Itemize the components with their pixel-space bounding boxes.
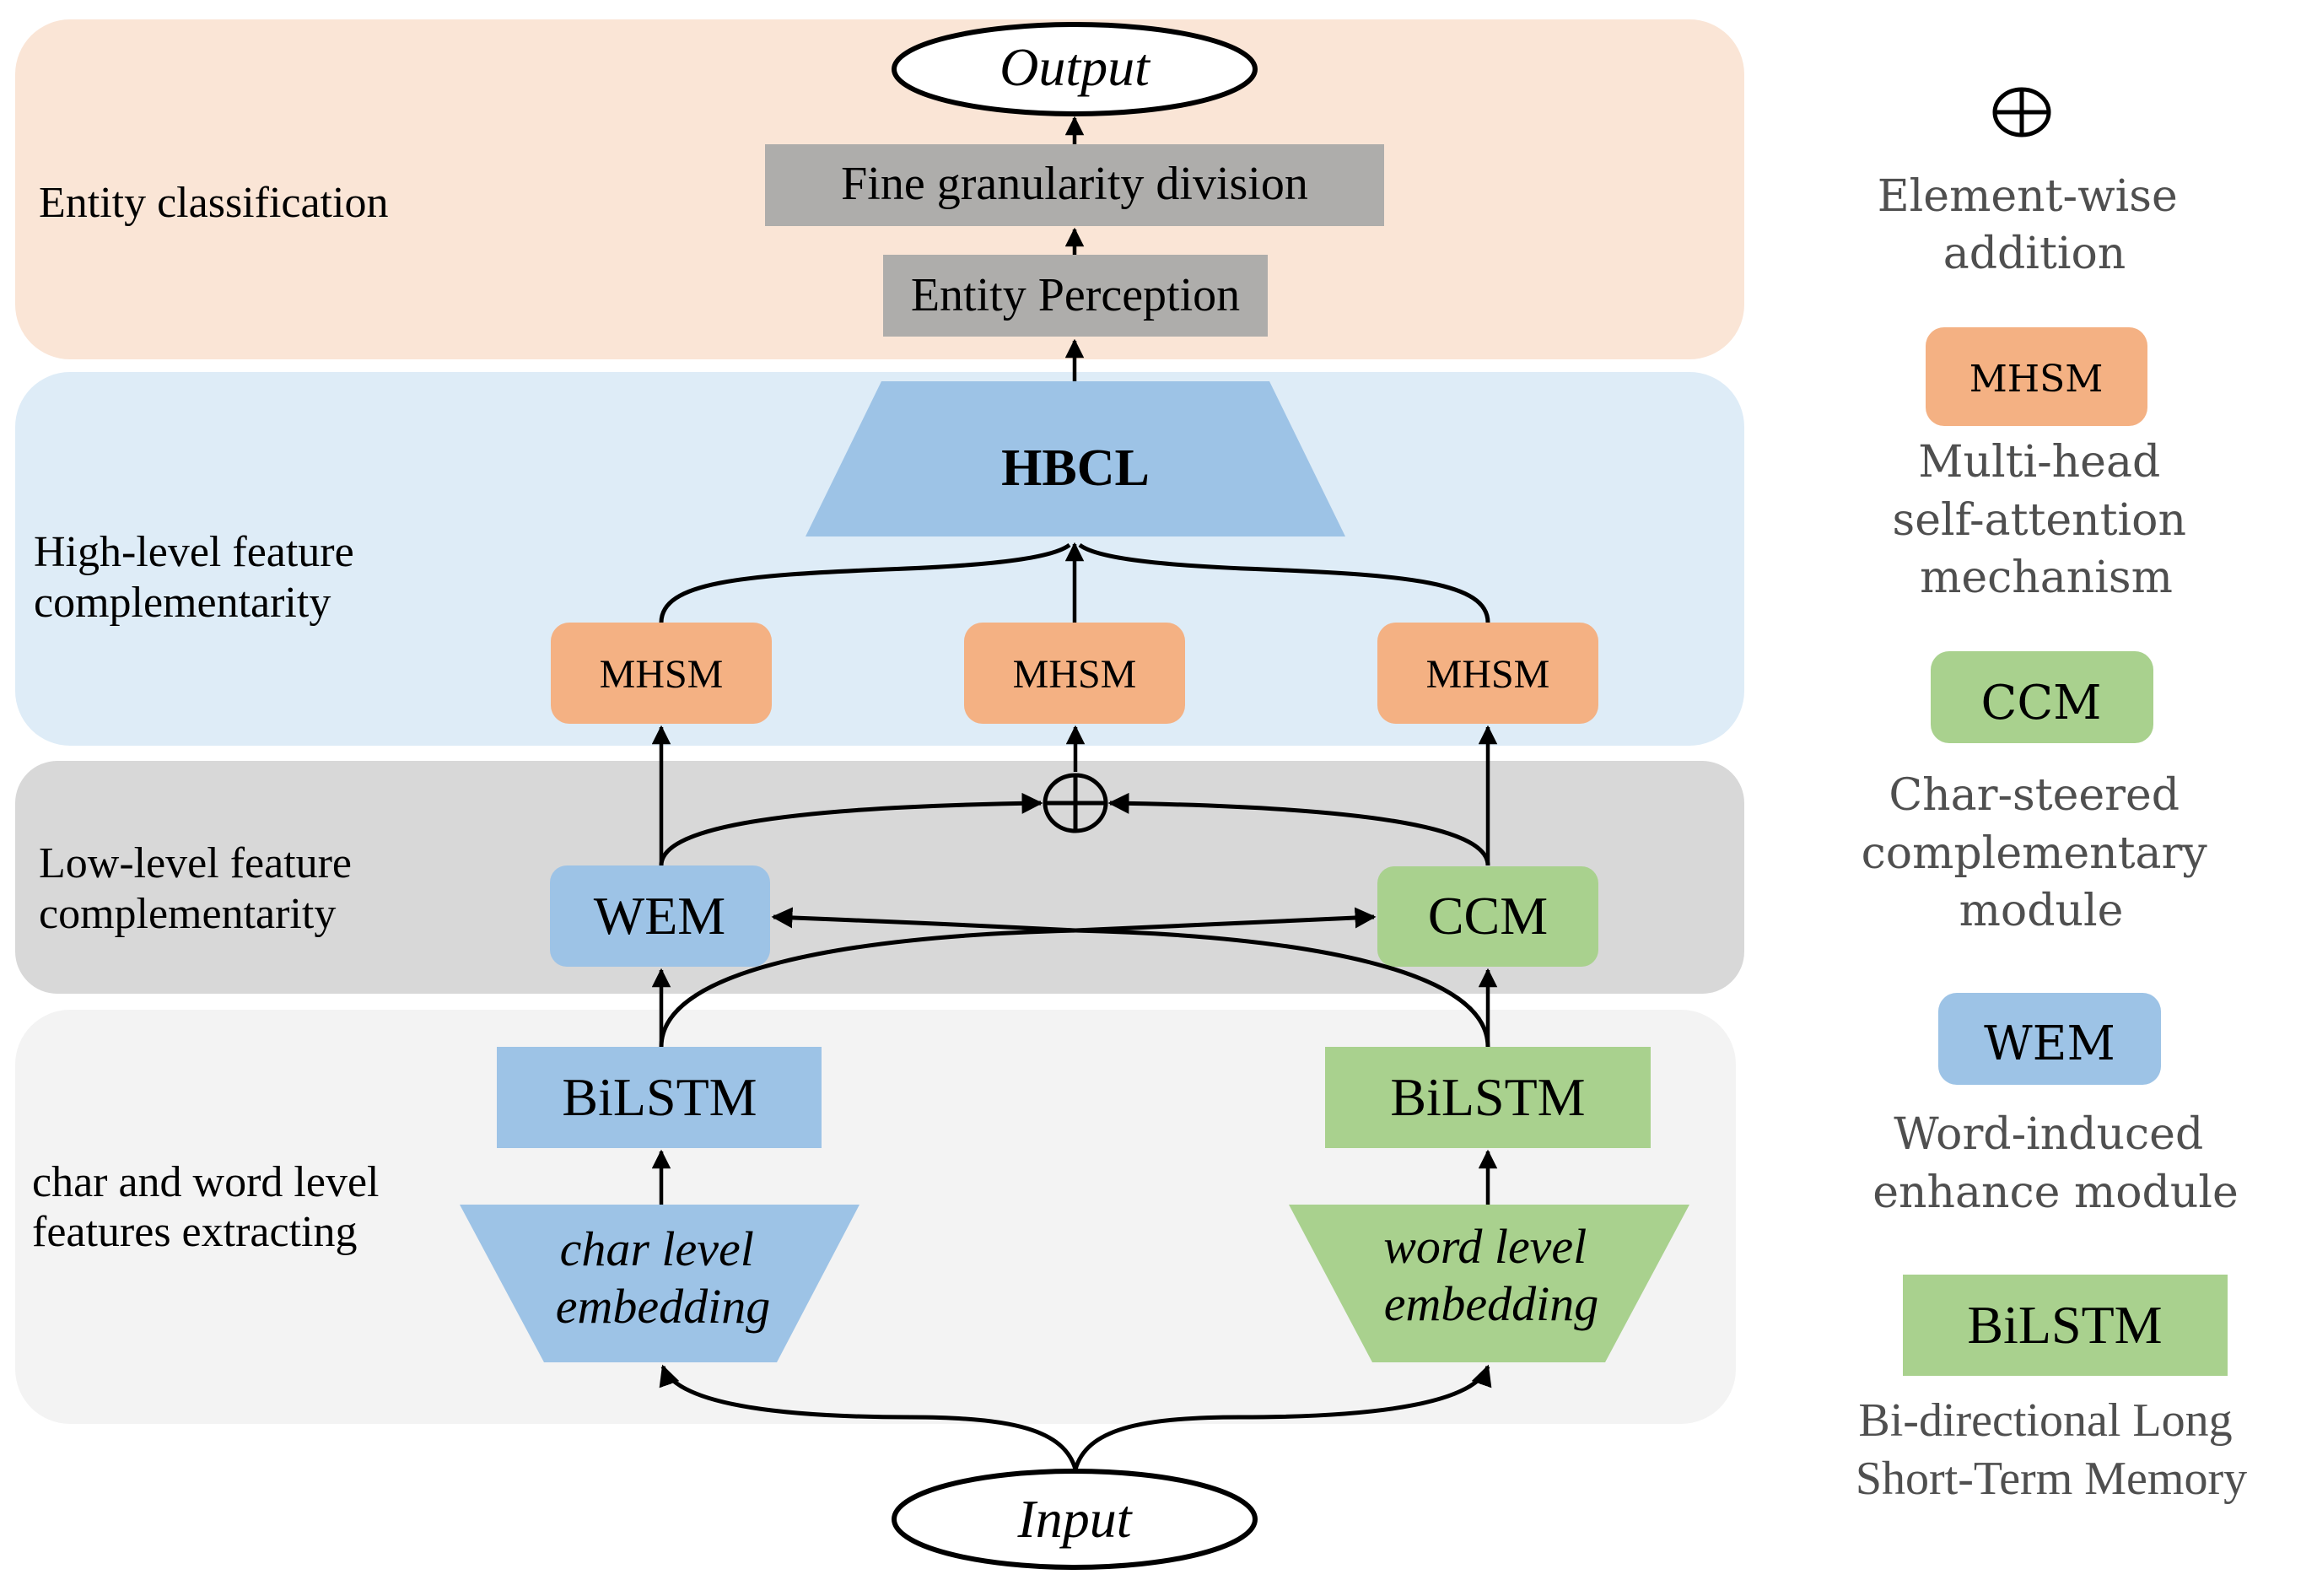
- bilstm-char-label: BiLSTM: [562, 1067, 757, 1127]
- char-embedding-line: char level: [560, 1221, 754, 1276]
- panel-label-entity: Entity classification: [39, 179, 388, 227]
- legend-desc-line: addition: [1943, 229, 2126, 279]
- legend-desc-line: complementary: [1862, 828, 2208, 879]
- legend-desc: Word-induced enhance module: [1872, 1109, 2238, 1218]
- legend-desc-line: Char-steered: [1889, 770, 2180, 821]
- char-embedding-line: embedding: [556, 1279, 771, 1334]
- legend-desc-line: Multi-head: [1918, 437, 2160, 488]
- panel-label-line: features extracting: [32, 1208, 357, 1256]
- wem-label: WEM: [594, 886, 725, 946]
- legend-wem-label: WEM: [1984, 1016, 2115, 1071]
- legend-item-bilstm: BiLSTM Bi-directional Long Short-Term Me…: [1856, 1275, 2247, 1505]
- panel-label-line: Low-level feature: [39, 839, 352, 887]
- panel-label-line: complementarity: [39, 890, 336, 938]
- element-wise-addition-icon: [1043, 773, 1108, 833]
- legend-desc: Element-wise addition: [1878, 171, 2192, 279]
- legend-desc-line: self-attention: [1893, 495, 2186, 546]
- panel-label-line: Entity classification: [39, 179, 388, 227]
- hbcl-label: HBCL: [1001, 439, 1150, 497]
- legend-desc-line: Element-wise: [1878, 171, 2178, 222]
- bilstm-word-label: BiLSTM: [1390, 1067, 1585, 1127]
- legend-bilstm-label: BiLSTM: [1967, 1295, 2162, 1355]
- panel-label-line: char and word level: [32, 1158, 379, 1206]
- legend-item-addition: Element-wise addition: [1878, 87, 2192, 279]
- input-label: Input: [1016, 1489, 1133, 1549]
- mhsm-right-label: MHSM: [1426, 652, 1550, 697]
- legend-item-ccm: CCM Char-steered complementary module: [1862, 651, 2222, 936]
- word-embedding-line: embedding: [1384, 1276, 1599, 1331]
- legend-ccm-label: CCM: [1980, 676, 2101, 731]
- mhsm-left-label: MHSM: [600, 652, 724, 697]
- legend-desc-line: Bi-directional Long: [1858, 1394, 2232, 1447]
- panel-label-line: complementarity: [34, 579, 331, 627]
- circle-plus-icon: [1992, 87, 2051, 137]
- legend-desc: Multi-head self-attention mechanism: [1893, 437, 2201, 603]
- legend-desc: Bi-directional Long Short-Term Memory: [1856, 1394, 2247, 1505]
- legend-desc-line: module: [1959, 886, 2124, 936]
- fine-granularity-label: Fine granularity division: [841, 158, 1308, 210]
- legend-item-mhsm: MHSM Multi-head self-attention mechanism: [1893, 327, 2201, 603]
- word-embedding-line: word level: [1383, 1219, 1587, 1274]
- output-label: Output: [1000, 37, 1151, 97]
- legend-desc-line: Short-Term Memory: [1856, 1453, 2247, 1505]
- legend-desc-line: mechanism: [1920, 553, 2173, 603]
- legend-desc: Char-steered complementary module: [1862, 770, 2222, 936]
- panel-label-line: High-level feature: [34, 528, 354, 576]
- mhsm-center-label: MHSM: [1013, 652, 1137, 697]
- legend-mhsm-label: MHSM: [1969, 358, 2104, 401]
- legend-desc-line: enhance module: [1872, 1167, 2238, 1218]
- legend: Element-wise addition MHSM Multi-head se…: [1856, 87, 2247, 1505]
- architecture-diagram: Entity classification High-level feature…: [15, 19, 2247, 1570]
- ccm-label: CCM: [1428, 886, 1548, 946]
- legend-desc-line: Word-induced: [1894, 1109, 2203, 1160]
- legend-item-wem: WEM Word-induced enhance module: [1872, 993, 2239, 1218]
- entity-perception-label: Entity Perception: [911, 269, 1240, 321]
